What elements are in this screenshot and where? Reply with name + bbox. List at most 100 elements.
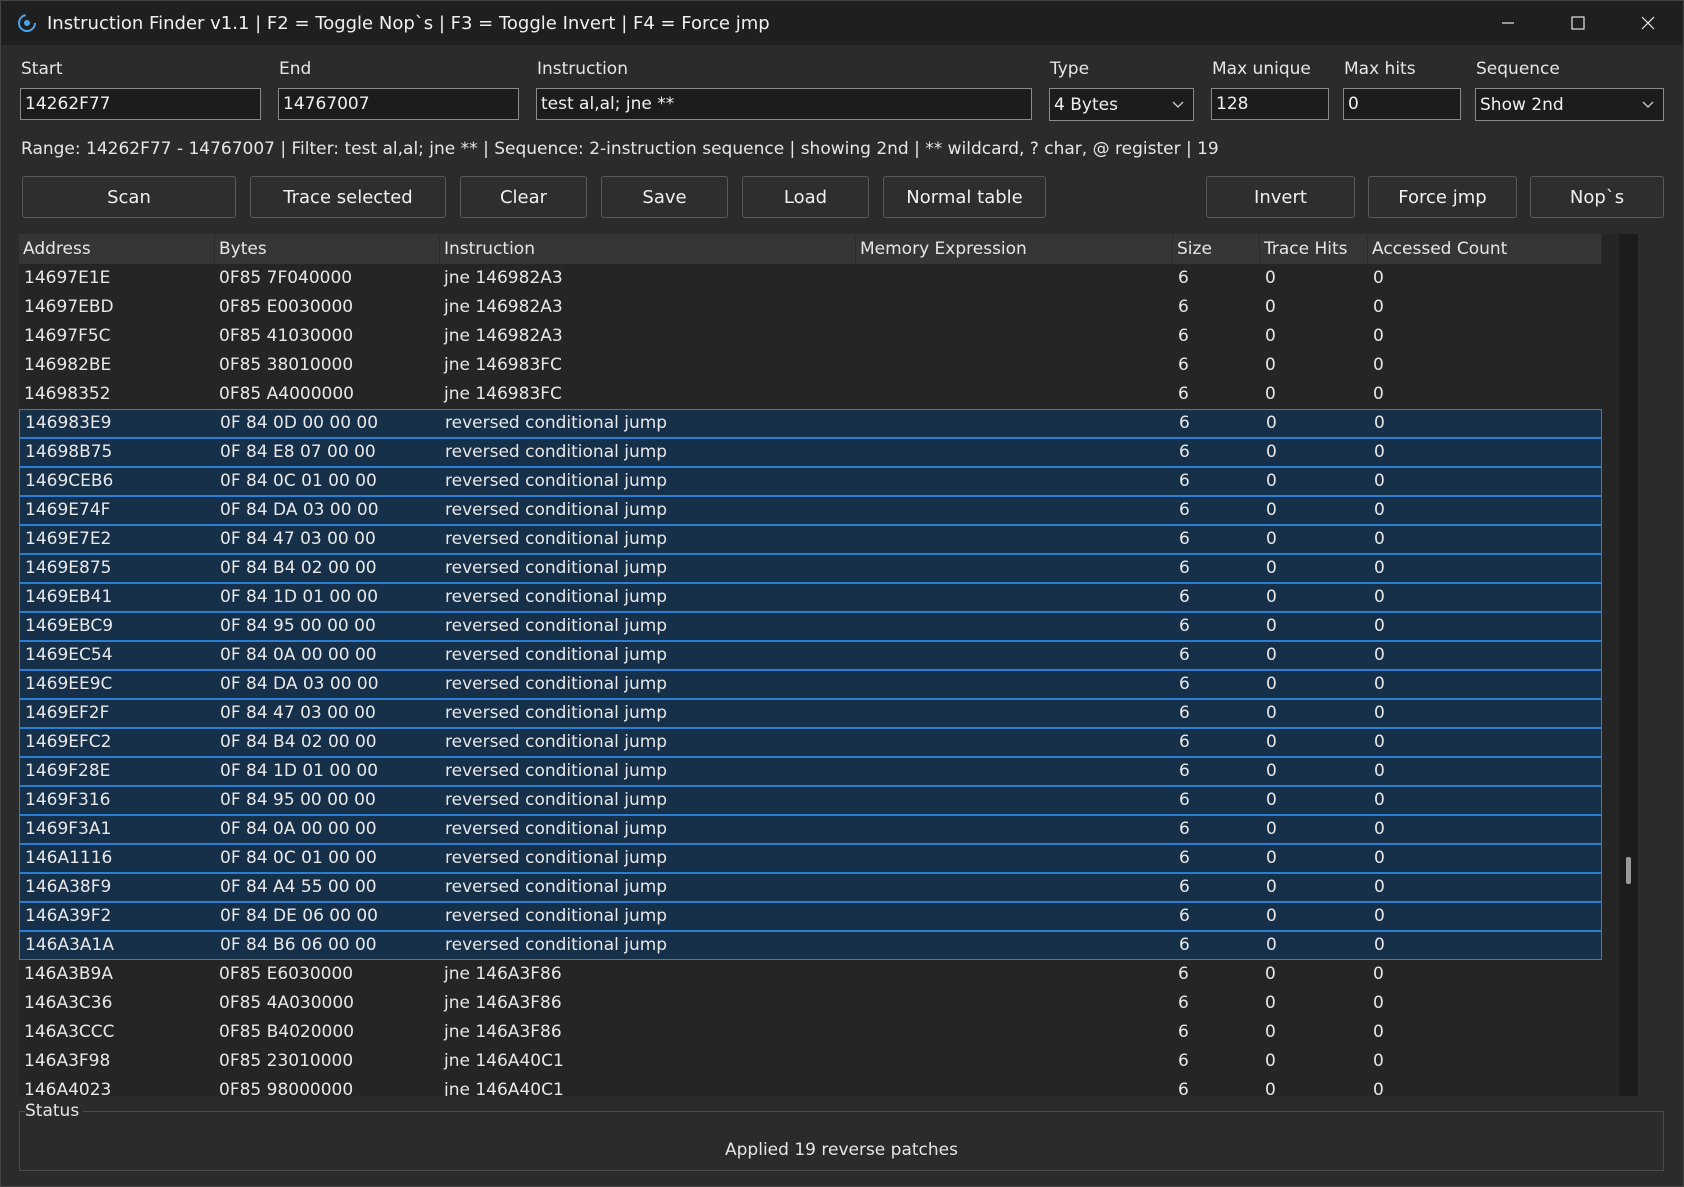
normal-table-button[interactable]: Normal table (883, 176, 1046, 218)
cell-trace-hits: 0 (1266, 616, 1277, 636)
cell-size: 6 (1179, 819, 1190, 839)
cell-trace-hits: 0 (1266, 819, 1277, 839)
cell-trace-hits: 0 (1266, 442, 1277, 462)
scrollbar-thumb[interactable] (1626, 857, 1631, 884)
table-row[interactable]: 146A38F9 0F 84 A4 55 00 00 reversed condit… (19, 873, 1602, 902)
table-row[interactable]: 146A4023 0F85 98000000 jne 146A40C1 6 0 0 (19, 1076, 1602, 1096)
cell-size: 6 (1179, 703, 1190, 723)
cell-size: 6 (1178, 1022, 1189, 1042)
cell-instruction: jne 146A40C1 (444, 1051, 564, 1071)
table-row[interactable]: 1469CEB6 0F 84 0C 01 00 00 reversed condit… (19, 467, 1602, 496)
start-input[interactable] (20, 88, 261, 120)
title-bar[interactable]: Instruction Finder v1.1 | F2 = Toggle No… (1, 1, 1683, 45)
instruction-input[interactable] (536, 88, 1032, 120)
table-row[interactable]: 146982BE 0F85 38010000 jne 146983FC 6 0 0 (19, 351, 1602, 380)
cell-instruction: reversed conditional jump (445, 935, 668, 955)
cell-address: 1469EC54 (25, 645, 113, 665)
cell-size: 6 (1178, 326, 1189, 346)
cell-trace-hits: 0 (1266, 471, 1277, 491)
end-label: End (279, 59, 312, 79)
column-header-trace-hits[interactable]: Trace Hits (1260, 234, 1368, 264)
cell-trace-hits: 0 (1266, 906, 1277, 926)
save-button[interactable]: Save (601, 176, 728, 218)
range-info-text: Range: 14262F77 - 14767007 | Filter: tes… (21, 139, 1219, 159)
cell-size: 6 (1179, 616, 1190, 636)
column-header-bytes[interactable]: Bytes (215, 234, 440, 264)
cell-instruction: reversed conditional jump (445, 732, 668, 752)
type-select[interactable]: 4 Bytes (1049, 88, 1194, 121)
chevron-down-icon (1172, 101, 1184, 108)
cell-instruction: jne 146983FC (444, 384, 562, 404)
table-row[interactable]: 14697F5C 0F85 41030000 jne 146982A3 6 0 0 (19, 322, 1602, 351)
vertical-scrollbar[interactable] (1619, 234, 1638, 1096)
table-row[interactable]: 146A1116 0F 84 0C 01 00 00 reversed condit… (19, 844, 1602, 873)
table-row[interactable]: 14698B75 0F 84 E8 07 00 00 reversed condit… (19, 438, 1602, 467)
table-row[interactable]: 1469EE9C 0F 84 DA 03 00 00 reversed condit… (19, 670, 1602, 699)
max-unique-input[interactable] (1211, 88, 1329, 120)
cell-accessed-count: 0 (1374, 819, 1385, 839)
status-text: Applied 19 reverse patches (725, 1140, 958, 1160)
cell-instruction: reversed conditional jump (445, 819, 668, 839)
table-row[interactable]: 1469F3A1 0F 84 0A 00 00 00 reversed condit… (19, 815, 1602, 844)
table-row[interactable]: 14697E1E 0F85 7F040000 jne 146982A3 6 0 0 (19, 264, 1602, 293)
trace-selected-button[interactable]: Trace selected (250, 176, 446, 218)
table-row[interactable]: 14698352 0F85 A4000000 jne 146983FC 6 0 0 (19, 380, 1602, 409)
table-row[interactable]: 1469EFC2 0F 84 B4 02 00 00 reversed condit… (19, 728, 1602, 757)
maximize-button[interactable] (1543, 1, 1613, 45)
nops-button[interactable]: Nop`s (1530, 176, 1664, 218)
cell-accessed-count: 0 (1374, 616, 1385, 636)
table-row[interactable]: 1469EC54 0F 84 0A 00 00 00 reversed condit… (19, 641, 1602, 670)
cell-address: 1469F28E (25, 761, 111, 781)
cell-size: 6 (1178, 297, 1189, 317)
cell-address: 146A39F2 (25, 906, 112, 926)
cell-trace-hits: 0 (1266, 645, 1277, 665)
max-hits-label: Max hits (1344, 59, 1416, 79)
results-table[interactable]: Address Bytes Instruction Memory Express… (19, 234, 1638, 1096)
table-row[interactable]: 1469EF2F 0F 84 47 03 00 00 reversed condit… (19, 699, 1602, 728)
cell-accessed-count: 0 (1373, 297, 1384, 317)
table-row[interactable]: 146A39F2 0F 84 DE 06 00 00 reversed condit… (19, 902, 1602, 931)
table-row[interactable]: 1469EB41 0F 84 1D 01 00 00 reversed condit… (19, 583, 1602, 612)
table-row[interactable]: 146983E9 0F 84 0D 00 00 00 reversed condit… (19, 409, 1602, 438)
table-row[interactable]: 146A3A1A 0F 84 B6 06 00 00 reversed condit… (19, 931, 1602, 960)
table-row[interactable]: 1469F316 0F 84 95 00 00 00 reversed condit… (19, 786, 1602, 815)
table-row[interactable]: 146A3B9A 0F85 E6030000 jne 146A3F86 6 0 0 (19, 960, 1602, 989)
table-row[interactable]: 1469E74F 0F 84 DA 03 00 00 reversed condit… (19, 496, 1602, 525)
cell-bytes: 0F 84 0C 01 00 00 (220, 848, 377, 868)
cell-accessed-count: 0 (1374, 848, 1385, 868)
column-header-size[interactable]: Size (1173, 234, 1260, 264)
close-button[interactable] (1613, 1, 1683, 45)
cell-accessed-count: 0 (1373, 1022, 1384, 1042)
cell-accessed-count: 0 (1374, 558, 1385, 578)
table-row[interactable]: 146A3F98 0F85 23010000 jne 146A40C1 6 0 0 (19, 1047, 1602, 1076)
column-header-address[interactable]: Address (19, 234, 215, 264)
table-row[interactable]: 1469E7E2 0F 84 47 03 00 00 reversed condit… (19, 525, 1602, 554)
sequence-select[interactable]: Show 2nd (1475, 88, 1664, 121)
force-jmp-button[interactable]: Force jmp (1368, 176, 1517, 218)
table-row[interactable]: 146A3C36 0F85 4A030000 jne 146A3F86 6 0 0 (19, 989, 1602, 1018)
clear-button[interactable]: Clear (460, 176, 587, 218)
column-header-memory-expression[interactable]: Memory Expression (856, 234, 1173, 264)
cell-trace-hits: 0 (1265, 1080, 1276, 1096)
scan-button[interactable]: Scan (22, 176, 236, 218)
cell-address: 146982BE (24, 355, 112, 375)
table-row[interactable]: 1469E875 0F 84 B4 02 00 00 reversed condit… (19, 554, 1602, 583)
cell-bytes: 0F85 41030000 (219, 326, 354, 346)
table-row[interactable]: 1469EBC9 0F 84 95 00 00 00 reversed condit… (19, 612, 1602, 641)
cell-instruction: reversed conditional jump (445, 500, 668, 520)
cell-address: 146A4023 (24, 1080, 112, 1096)
column-header-instruction[interactable]: Instruction (440, 234, 856, 264)
load-button[interactable]: Load (742, 176, 869, 218)
cell-bytes: 0F85 B4020000 (219, 1022, 355, 1042)
table-row[interactable]: 146A3CCC 0F85 B4020000 jne 146A3F86 6 0 0 (19, 1018, 1602, 1047)
cell-trace-hits: 0 (1266, 848, 1277, 868)
table-row[interactable]: 14697EBD 0F85 E0030000 jne 146982A3 6 0 0 (19, 293, 1602, 322)
minimize-button[interactable] (1473, 1, 1543, 45)
table-row[interactable]: 1469F28E 0F 84 1D 01 00 00 reversed condit… (19, 757, 1602, 786)
end-input[interactable] (278, 88, 519, 120)
invert-button[interactable]: Invert (1206, 176, 1355, 218)
max-hits-input[interactable] (1343, 88, 1461, 120)
cell-instruction: jne 146A40C1 (444, 1080, 564, 1096)
cell-address: 146A1116 (25, 848, 113, 868)
column-header-accessed-count[interactable]: Accessed Count (1368, 234, 1602, 264)
